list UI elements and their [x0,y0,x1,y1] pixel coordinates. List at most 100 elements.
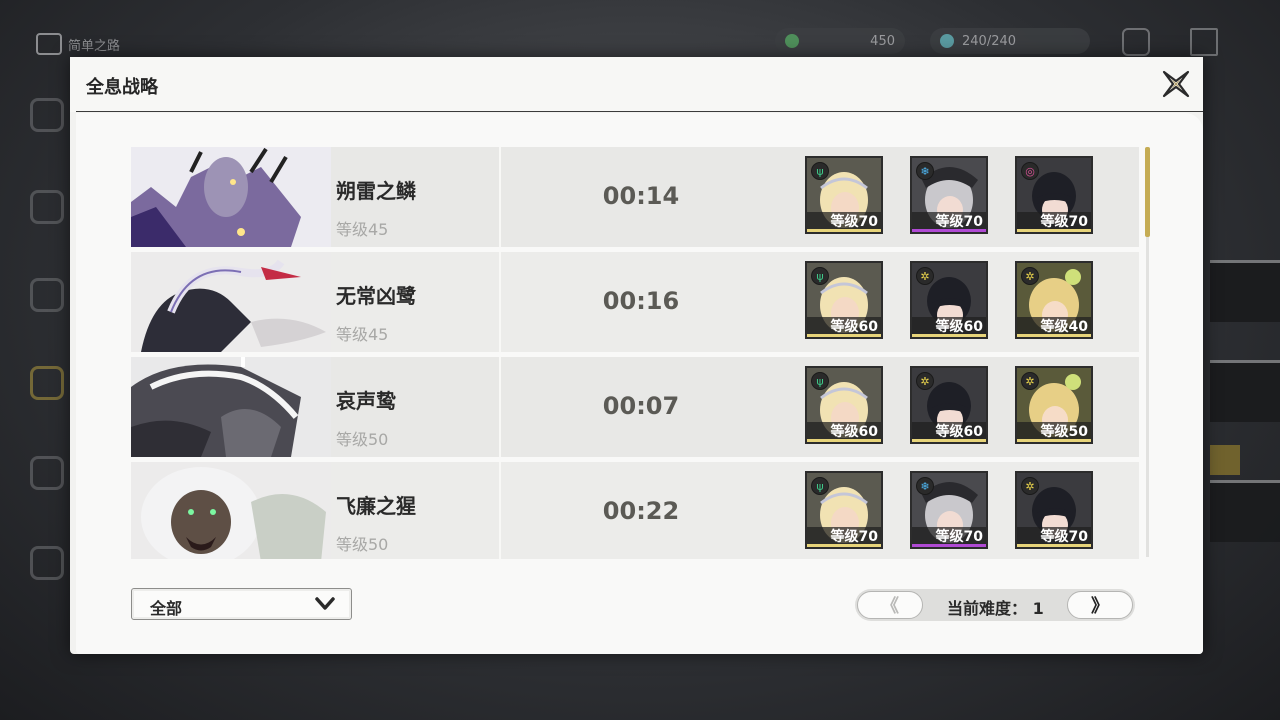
clear-time: 00:22 [602,497,680,525]
team-member[interactable]: ❄ 等级70 [910,156,988,234]
team-member[interactable]: ✲ 等级70 [1015,471,1093,549]
currency-stamina: 450 [775,28,905,54]
background-close-icon [1190,28,1218,56]
battle-record-row[interactable]: 哀声鸷 等级50 00:07 ψ 等级60 ✲ 等级60 ✲ 等级50 [131,357,1139,457]
boss-name: 飞廉之猩 [336,494,416,518]
boss-name: 朔雷之鳞 [336,179,416,203]
background-top-bar: 简单之路 450 240/240 [0,0,1280,58]
next-difficulty-button[interactable]: 》 [1067,591,1133,619]
boss-level: 等级50 [336,430,389,449]
spectro-element-icon: ✲ [1021,267,1039,285]
background-tile [1210,480,1280,542]
side-menu-icon [30,456,64,490]
aero-element-icon: ψ [811,267,829,285]
holographic-strategy-dialog: 全息战略 朔雷之鳞 等级45 00:14 ψ 等级70 ❄ 等级70 ◎ 等级7… [70,57,1203,654]
row-divider [499,357,501,457]
background-tile [1210,360,1280,422]
team-lineup: ψ 等级70 ❄ 等级70 ✲ 等级70 [805,471,1093,549]
battle-record-list[interactable]: 朔雷之鳞 等级45 00:14 ψ 等级70 ❄ 等级70 ◎ 等级70 无常凶… [131,147,1141,559]
team-lineup: ψ 等级70 ❄ 等级70 ◎ 等级70 [805,156,1093,234]
current-difficulty: 当前难度： 1 [947,595,1044,619]
battle-record-row[interactable]: 无常凶鹭 等级45 00:16 ψ 等级60 ✲ 等级60 ✲ 等级40 [131,252,1139,352]
background-title-text: 简单之路 [68,38,121,54]
team-lineup: ψ 等级60 ✲ 等级60 ✲ 等级40 [805,261,1093,339]
spectro-element-icon: ✲ [1021,477,1039,495]
boss-name: 哀声鸷 [336,389,396,413]
havoc-element-icon: ◎ [1021,162,1039,180]
rarity-bar [1017,229,1091,232]
glacio-element-icon: ❄ [916,162,934,180]
clear-time: 00:16 [602,287,680,315]
boss-portrait [131,147,331,247]
team-lineup: ψ 等级60 ✲ 等级60 ✲ 等级50 [805,366,1093,444]
rarity-bar [1017,439,1091,442]
row-divider [499,252,501,352]
boss-name: 无常凶鹭 [336,284,416,308]
previous-difficulty-button[interactable]: 《 [857,591,923,619]
side-menu-icon [30,366,64,400]
dialog-header: 全息战略 [70,57,1203,112]
glacio-element-icon: ❄ [916,477,934,495]
stamina-value: 450 [870,33,895,49]
rarity-bar [1017,544,1091,547]
home-icon [36,33,62,55]
boss-level: 等级45 [336,220,389,239]
element-filter-dropdown[interactable]: 全部 [131,588,352,620]
rarity-bar [807,439,881,442]
difficulty-label: 当前难度： [947,599,1028,618]
row-divider [499,462,501,559]
aero-element-icon: ψ [811,372,829,390]
background-tile [1210,260,1280,322]
side-menu-icon [30,546,64,580]
spectro-element-icon: ✲ [916,372,934,390]
team-member[interactable]: ✲ 等级40 [1015,261,1093,339]
side-menu-icon [30,190,64,224]
chevron-down-icon [315,597,335,610]
rarity-bar [912,544,986,547]
stamina-icon [785,34,799,48]
difficulty-pager: 《 当前难度： 1 》 [855,589,1135,621]
aero-element-icon: ψ [811,477,829,495]
rarity-bar [807,334,881,337]
rarity-bar [912,439,986,442]
boss-level: 等级45 [336,325,389,344]
boss-portrait [131,357,331,457]
rarity-bar [912,334,986,337]
background-title: 简单之路 [36,33,120,55]
filter-selected-value: 全部 [150,599,183,618]
currency-crystal: 240/240 [930,28,1090,54]
team-member[interactable]: ✲ 等级60 [910,366,988,444]
spectro-element-icon: ✲ [916,267,934,285]
battle-record-row[interactable]: 朔雷之鳞 等级45 00:14 ψ 等级70 ❄ 等级70 ◎ 等级70 [131,147,1139,247]
difficulty-value: 1 [1032,599,1044,618]
team-member[interactable]: ✲ 等级60 [910,261,988,339]
scrollbar-thumb[interactable] [1145,147,1150,237]
close-icon [1162,70,1190,98]
close-button[interactable] [1160,68,1192,100]
team-member[interactable]: ❄ 等级70 [910,471,988,549]
battle-record-row[interactable]: 飞廉之猩 等级50 00:22 ψ 等级70 ❄ 等级70 ✲ 等级70 [131,462,1139,559]
spectro-element-icon: ✲ [1021,372,1039,390]
clear-time: 00:07 [602,392,680,420]
dialog-title: 全息战略 [86,77,158,98]
boss-portrait [131,252,331,352]
rarity-bar [807,229,881,232]
boss-level: 等级50 [336,535,389,554]
team-member[interactable]: ◎ 等级70 [1015,156,1093,234]
rarity-bar [1017,334,1091,337]
aero-element-icon: ψ [811,162,829,180]
rarity-bar [807,544,881,547]
team-member[interactable]: ψ 等级60 [805,261,883,339]
clear-time: 00:14 [602,182,680,210]
boss-portrait [131,462,331,559]
crystal-icon [940,34,954,48]
team-member[interactable]: ✲ 等级50 [1015,366,1093,444]
scrollbar-track[interactable] [1146,237,1149,557]
side-menu-icon [30,98,64,132]
team-member[interactable]: ψ 等级60 [805,366,883,444]
settings-icon [1122,28,1150,56]
rarity-bar [912,229,986,232]
team-member[interactable]: ψ 等级70 [805,471,883,549]
background-badge [1210,445,1240,475]
team-member[interactable]: ψ 等级70 [805,156,883,234]
